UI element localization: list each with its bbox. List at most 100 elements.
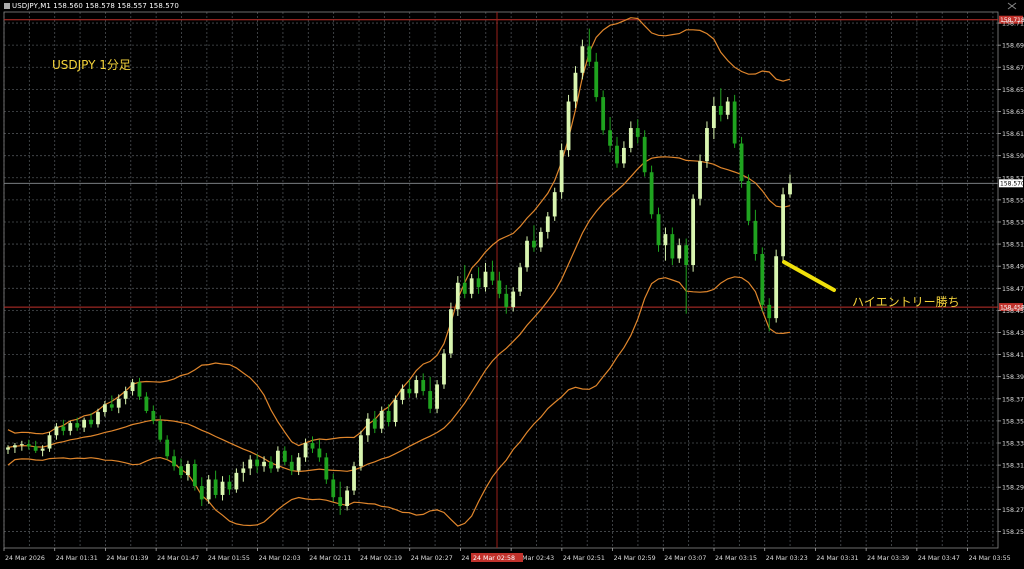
candle-body — [622, 147, 626, 164]
candle-body — [711, 105, 716, 129]
candle-body — [504, 293, 509, 308]
candle-body — [379, 410, 384, 429]
candle-body — [220, 481, 225, 495]
candle-body — [296, 457, 301, 471]
candle-body — [186, 464, 190, 476]
chart-header-text: USDJPY,M1 158.560 158.578 158.557 158.57… — [12, 2, 179, 10]
y-tick-label: 158.355 — [1002, 418, 1024, 425]
candle-body — [407, 388, 412, 394]
candle-body — [372, 418, 377, 429]
candle-body — [213, 479, 218, 495]
candle-body — [359, 435, 363, 467]
candle-body — [89, 419, 93, 425]
candle-body — [352, 466, 356, 491]
y-tick-label: 158.535 — [1002, 219, 1024, 226]
candle-body — [670, 234, 675, 259]
candle-body — [628, 128, 633, 148]
y-tick-label: 158.615 — [1002, 131, 1024, 138]
candle-body — [393, 399, 398, 423]
x-tick-label: 24 Mar 03:31 — [816, 555, 858, 562]
candle-body — [137, 382, 142, 397]
candle-body — [234, 472, 239, 490]
candle-body — [26, 444, 31, 447]
candle-body — [455, 282, 460, 310]
y-tick-label: 158.655 — [1002, 87, 1024, 94]
candle-body — [767, 304, 772, 319]
x-tick-label: 24 Mar 02:03 — [259, 555, 301, 562]
y-tick-label: 158.315 — [1002, 463, 1024, 470]
candle-body — [718, 105, 723, 115]
candle-body — [525, 240, 529, 268]
price-chart[interactable]: 158.718158.458158.570 158.715158.695158.… — [0, 0, 1024, 569]
x-tick-label: 24 Mar 02:11 — [309, 555, 351, 562]
candle-body — [269, 461, 273, 469]
candle-body — [6, 447, 10, 450]
candle-body — [642, 136, 647, 173]
candle-body — [587, 46, 592, 62]
candle-body — [684, 245, 689, 266]
x-tick-label: 24 Mar 03:07 — [664, 555, 706, 562]
chart-header: USDJPY,M1 158.560 158.578 158.557 158.57… — [4, 2, 179, 10]
y-tick-label: 158.375 — [1002, 396, 1024, 403]
candle-body — [282, 450, 287, 462]
candle-body — [61, 426, 66, 431]
crosshair-time-label: 24 Mar 02:58 — [473, 555, 515, 562]
candle-body — [172, 456, 176, 467]
candle-body — [497, 280, 502, 294]
y-tick-label: 158.255 — [1002, 529, 1024, 536]
y-tick-label: 158.455 — [1002, 308, 1024, 315]
candle-body — [33, 446, 38, 451]
candle-body — [476, 278, 481, 288]
candle-body — [151, 410, 156, 421]
candle-body — [518, 267, 523, 292]
x-tick-label: 24 Mar 03:55 — [969, 555, 1011, 562]
candle-body — [635, 128, 640, 137]
candle-body — [82, 419, 87, 428]
candle-body — [594, 61, 599, 98]
x-tick-label: 24 Mar 03:39 — [867, 555, 909, 562]
candle-body — [538, 231, 543, 248]
y-tick-label: 158.275 — [1002, 507, 1024, 514]
candle-body — [698, 161, 702, 199]
x-tick-label: 24 Mar 02:27 — [411, 555, 453, 562]
candle-body — [532, 240, 536, 248]
candle-body — [338, 497, 343, 507]
y-tick-label: 158.475 — [1002, 286, 1024, 293]
x-tick-label: 24 Mar 02:59 — [614, 555, 656, 562]
y-tick-label: 158.575 — [1002, 175, 1024, 182]
y-tick-label: 158.335 — [1002, 441, 1024, 448]
candle-body — [448, 309, 453, 354]
candle-body — [442, 353, 446, 385]
candle-body — [102, 404, 107, 413]
candle-body — [483, 271, 488, 288]
candle-body — [559, 150, 564, 193]
x-tick-label: 24 Mar 01:39 — [106, 555, 148, 562]
candle-body — [68, 423, 73, 431]
candle-body — [781, 194, 785, 257]
x-tick-label: 24 Mar 02:19 — [360, 555, 402, 562]
y-tick-label: 158.715 — [1002, 21, 1024, 28]
candle-body — [573, 72, 578, 102]
candle-body — [13, 445, 17, 448]
y-tick-label: 158.435 — [1002, 330, 1024, 337]
candle-body — [608, 130, 612, 146]
chart-menu-icon[interactable] — [4, 3, 10, 9]
candle-body — [40, 448, 45, 451]
candle-body — [345, 490, 350, 507]
candle-body — [601, 97, 606, 131]
candle-body — [310, 443, 315, 449]
candle-body — [760, 254, 765, 305]
candle-body — [331, 479, 336, 498]
candle-body — [158, 420, 163, 440]
x-tick-label: 24 Mar 02:51 — [563, 555, 605, 562]
x-tick-label: 24 Mar 2026 — [5, 555, 45, 562]
candle-body — [691, 198, 696, 266]
candle-body — [227, 481, 232, 490]
x-tick-label: 24 Mar 01:31 — [56, 555, 98, 562]
x-tick-label: 24 Mar 03:47 — [918, 555, 960, 562]
y-tick-label: 158.695 — [1002, 43, 1024, 50]
y-tick-label: 158.675 — [1002, 65, 1024, 72]
candle-body — [566, 101, 571, 151]
candle-body — [656, 214, 661, 246]
close-icon[interactable] — [1006, 1, 1018, 11]
